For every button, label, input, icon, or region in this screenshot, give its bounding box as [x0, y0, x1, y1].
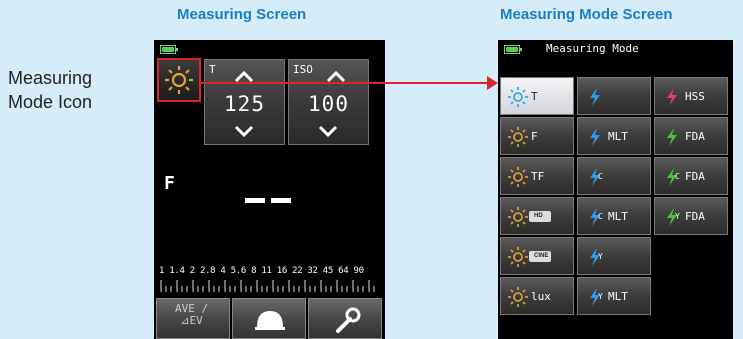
mode-ambient-f[interactable]: F — [500, 117, 574, 155]
mode-flash-radio[interactable]: Y — [577, 237, 651, 275]
f-stop-ticks — [160, 280, 375, 292]
chevron-up-icon[interactable] — [233, 66, 255, 88]
measuring-screen-heading: Measuring Screen — [177, 6, 307, 23]
shutter-speed-control[interactable]: T 125 — [204, 59, 285, 145]
cine-text: CINE — [534, 253, 549, 259]
chevron-up-icon[interactable] — [325, 66, 347, 88]
ev-label: ⊿EV — [180, 314, 203, 327]
chevron-down-icon[interactable] — [233, 120, 255, 142]
sun-icon — [508, 287, 528, 307]
mode-screen-title: Measuring Mode — [546, 42, 639, 55]
mode-label: MLT — [608, 290, 628, 303]
mode-label: MLT — [608, 130, 628, 143]
wrench-icon — [336, 307, 361, 333]
mode-flash-hss[interactable]: HSS — [654, 77, 728, 115]
callout-arrow — [199, 82, 492, 84]
iso-label: ISO — [293, 63, 313, 76]
sun-icon — [508, 207, 528, 227]
arrow-head — [487, 76, 498, 90]
mode-flash-cord-mlt[interactable]: C MLT — [577, 197, 651, 235]
mode-label: FDA — [685, 130, 705, 143]
f-number-label: F — [164, 173, 175, 194]
mode-cine[interactable]: CINE — [500, 237, 574, 275]
mode-label: MLT — [608, 210, 628, 223]
flash-icon — [667, 128, 677, 146]
mode-ambient-tf[interactable]: TF — [500, 157, 574, 195]
mode-label: FDA — [685, 170, 705, 183]
chevron-down-icon[interactable] — [317, 120, 339, 142]
hd-video-icon: HD — [529, 211, 551, 222]
settings-button[interactable] — [308, 298, 382, 339]
receptor-button[interactable] — [232, 298, 306, 339]
mode-label: T — [531, 90, 538, 103]
shutter-speed-value: 125 — [224, 92, 265, 116]
mode-hd-cine[interactable]: HD — [500, 197, 574, 235]
sun-icon — [508, 167, 528, 187]
flash-icon — [590, 88, 600, 106]
mode-label: FDA — [685, 210, 705, 223]
mode-flash-radio-mlt[interactable]: Y MLT — [577, 277, 651, 315]
battery-icon — [504, 45, 522, 54]
mode-icon-highlight — [157, 58, 201, 102]
measuring-mode-icon-callout: Measuring Mode Icon — [8, 66, 138, 114]
cord-subscript: C — [598, 212, 603, 221]
callout-line-2: Mode Icon — [8, 92, 93, 112]
iso-value: 100 — [308, 92, 349, 116]
radio-subscript: Y — [598, 252, 603, 261]
shutter-speed-label: T — [209, 63, 216, 76]
iso-control[interactable]: ISO 100 — [288, 59, 369, 145]
mode-flash-fda[interactable]: FDA — [654, 117, 728, 155]
sun-icon — [508, 247, 528, 267]
cord-subscript: C — [675, 172, 680, 181]
radio-subscript: Y — [598, 292, 603, 301]
ave-ev-button[interactable]: AVE / ⊿EV — [156, 298, 230, 339]
mode-lux[interactable]: lux — [500, 277, 574, 315]
radio-subscript: Y — [675, 212, 680, 221]
flash-icon — [590, 128, 600, 146]
mode-ambient-t[interactable]: T — [500, 77, 574, 115]
sun-icon — [508, 127, 528, 147]
mode-label: lux — [531, 290, 551, 303]
mode-flash-mlt[interactable]: MLT — [577, 117, 651, 155]
mode-label: HSS — [685, 90, 705, 103]
mode-label: TF — [531, 170, 545, 183]
cord-subscript: C — [598, 172, 603, 181]
measuring-screen: T 125 ISO 100 F 1 1.4 2 2.8 4 5.6 8 11 1… — [154, 40, 385, 339]
hd-text: HD — [534, 213, 543, 219]
measuring-mode-screen-heading: Measuring Mode Screen — [500, 6, 673, 23]
mode-label: F — [531, 130, 538, 143]
sun-icon — [508, 87, 528, 107]
mode-flash-radio-fda[interactable]: Y FDA — [654, 197, 728, 235]
measuring-mode-screen: Measuring Mode T HSS F MLT FDA TF C C FD… — [498, 40, 733, 339]
mode-flash-cord[interactable]: C — [577, 157, 651, 195]
callout-line-1: Measuring — [8, 68, 93, 88]
reading-dash — [245, 198, 265, 203]
dome-icon — [255, 311, 285, 330]
cine-video-icon: CINE — [529, 251, 551, 262]
mode-flash-cord-fda[interactable]: C FDA — [654, 157, 728, 195]
battery-icon — [160, 45, 178, 54]
flash-icon — [667, 88, 677, 106]
ave-ev-label: AVE / ⊿EV — [175, 303, 208, 327]
reading-dash — [271, 198, 291, 203]
mode-flash[interactable] — [577, 77, 651, 115]
f-stop-scale: 1 1.4 2 2.8 4 5.6 8 11 16 22 32 45 64 90 — [159, 266, 364, 276]
